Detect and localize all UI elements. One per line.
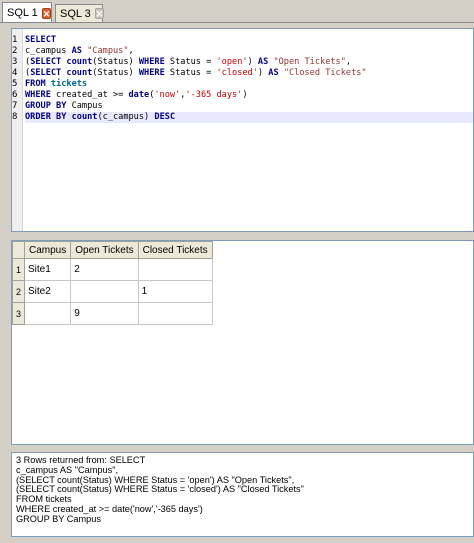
code-token: ) bbox=[257, 68, 269, 78]
close-icon[interactable]: ✕ bbox=[41, 7, 52, 19]
code-line[interactable]: c_campus AS "Campus", bbox=[25, 46, 473, 57]
code-token: AS bbox=[257, 57, 269, 67]
column-header-open-tickets[interactable]: Open Tickets bbox=[70, 241, 139, 259]
sql-code[interactable]: SELECT c_campus AS "Campus", (SELECT count… bbox=[25, 35, 473, 123]
editor-results-splitter[interactable] bbox=[0, 234, 474, 239]
code-token: GROUP BY bbox=[25, 101, 67, 111]
table-cell[interactable] bbox=[137, 258, 213, 281]
code-token: count bbox=[66, 68, 93, 78]
line-number: 7 bbox=[12, 101, 18, 111]
message-pane: 3 Rows returned from: SELECT c_campus AS… bbox=[11, 452, 474, 537]
code-token: WHERE bbox=[138, 68, 165, 78]
code-token: AS bbox=[71, 46, 82, 56]
line-number: 5 bbox=[12, 79, 18, 89]
header-row: Campus Open Tickets Closed Tickets bbox=[12, 241, 213, 259]
code-token: SELECT bbox=[30, 68, 62, 78]
status-strip bbox=[0, 537, 474, 543]
code-token: WHERE bbox=[138, 57, 165, 67]
code-token: , bbox=[128, 46, 134, 56]
code-line[interactable]: SELECT bbox=[25, 35, 473, 46]
code-token: "Closed Tickets" bbox=[283, 68, 367, 78]
row-number[interactable]: 3 bbox=[12, 302, 25, 325]
code-line[interactable]: (SELECT count(Status) WHERE Status = 'op… bbox=[25, 57, 473, 68]
code-token: date bbox=[128, 90, 150, 100]
close-icon[interactable]: ✕ bbox=[94, 8, 105, 19]
code-token: Campus bbox=[66, 101, 103, 111]
line-number: 1 bbox=[12, 35, 18, 45]
row-number[interactable]: 1 bbox=[12, 258, 25, 281]
code-token: 'closed' bbox=[216, 68, 258, 78]
table-row[interactable]: 2 Site2 1 bbox=[12, 280, 213, 303]
table-cell[interactable]: 1 bbox=[137, 280, 213, 303]
results-table: Campus Open Tickets Closed Tickets 1 Sit… bbox=[12, 241, 213, 325]
line-number: 6 bbox=[12, 90, 18, 100]
code-token: (c_campus) bbox=[97, 112, 155, 122]
line-number: 8 bbox=[12, 112, 18, 122]
code-token: created_at >= bbox=[50, 90, 129, 100]
code-token: AS bbox=[268, 68, 279, 78]
code-token: Status = bbox=[164, 68, 217, 78]
table-cell[interactable]: Site1 bbox=[23, 258, 72, 281]
code-token: SELECT bbox=[30, 57, 62, 67]
sql-editor[interactable]: 12345678 SELECT c_campus AS "Campus", (SEL… bbox=[11, 28, 474, 232]
code-token: Status = bbox=[164, 57, 217, 67]
code-token: 'open' bbox=[216, 57, 248, 67]
table-row[interactable]: 1 Site1 2 bbox=[12, 258, 213, 281]
code-token: '-365 days' bbox=[185, 90, 243, 100]
table-cell[interactable] bbox=[23, 302, 72, 325]
code-token: ) bbox=[242, 90, 248, 100]
line-number: 2 bbox=[12, 46, 18, 56]
code-token: "Campus" bbox=[87, 46, 129, 56]
code-token: DESC bbox=[154, 112, 176, 122]
column-header-campus[interactable]: Campus bbox=[23, 241, 72, 259]
code-token: (Status) bbox=[92, 68, 139, 78]
table-cell[interactable]: 9 bbox=[70, 302, 139, 325]
tab-bar: SQL 1 ✕ SQL 3 ✕ bbox=[0, 0, 474, 24]
results-grid[interactable]: Campus Open Tickets Closed Tickets 1 Sit… bbox=[11, 240, 474, 445]
code-token: count bbox=[71, 112, 98, 122]
code-line[interactable]: GROUP BY Campus bbox=[25, 101, 473, 112]
code-line[interactable]: WHERE created_at >= date('now','-365 day… bbox=[25, 90, 473, 101]
tab-sql-3[interactable]: SQL 3 ✕ bbox=[55, 4, 105, 22]
tab-label: SQL 3 bbox=[60, 7, 91, 20]
code-line[interactable]: (SELECT count(Status) WHERE Status = 'cl… bbox=[25, 68, 473, 79]
code-line[interactable]: FROM tickets bbox=[25, 79, 473, 90]
line-number: 4 bbox=[12, 68, 18, 78]
code-token: tickets bbox=[50, 79, 88, 89]
code-token: WHERE bbox=[25, 90, 51, 100]
table-cell[interactable]: Site2 bbox=[23, 280, 72, 303]
code-token: ORDER BY bbox=[25, 112, 67, 122]
corner-cell[interactable] bbox=[12, 241, 25, 259]
code-token: (Status) bbox=[92, 57, 139, 67]
code-token: SELECT bbox=[25, 35, 57, 45]
table-cell[interactable] bbox=[70, 280, 139, 303]
tab-divider bbox=[0, 22, 474, 23]
line-number: 3 bbox=[12, 57, 18, 67]
row-number[interactable]: 2 bbox=[12, 280, 25, 303]
code-token: count bbox=[66, 57, 93, 67]
code-token: ) bbox=[247, 57, 258, 67]
code-token: "Open Tickets" bbox=[273, 57, 346, 67]
table-cell[interactable]: 2 bbox=[70, 258, 139, 281]
tab-sql-1[interactable]: SQL 1 ✕ bbox=[2, 2, 52, 23]
code-token: , bbox=[345, 57, 352, 67]
code-token: c_campus bbox=[25, 46, 72, 56]
results-message-splitter[interactable] bbox=[0, 446, 474, 451]
line-number-gutter: 12345678 bbox=[12, 29, 23, 231]
code-line[interactable]: ORDER BY count(c_campus) DESC bbox=[25, 112, 473, 123]
code-token: FROM bbox=[25, 79, 46, 89]
column-header-closed-tickets[interactable]: Closed Tickets bbox=[137, 241, 213, 259]
tab-label: SQL 1 bbox=[7, 7, 38, 19]
table-row[interactable]: 3 9 bbox=[12, 302, 213, 325]
table-cell[interactable] bbox=[137, 302, 213, 325]
code-token: 'now' bbox=[154, 90, 181, 100]
